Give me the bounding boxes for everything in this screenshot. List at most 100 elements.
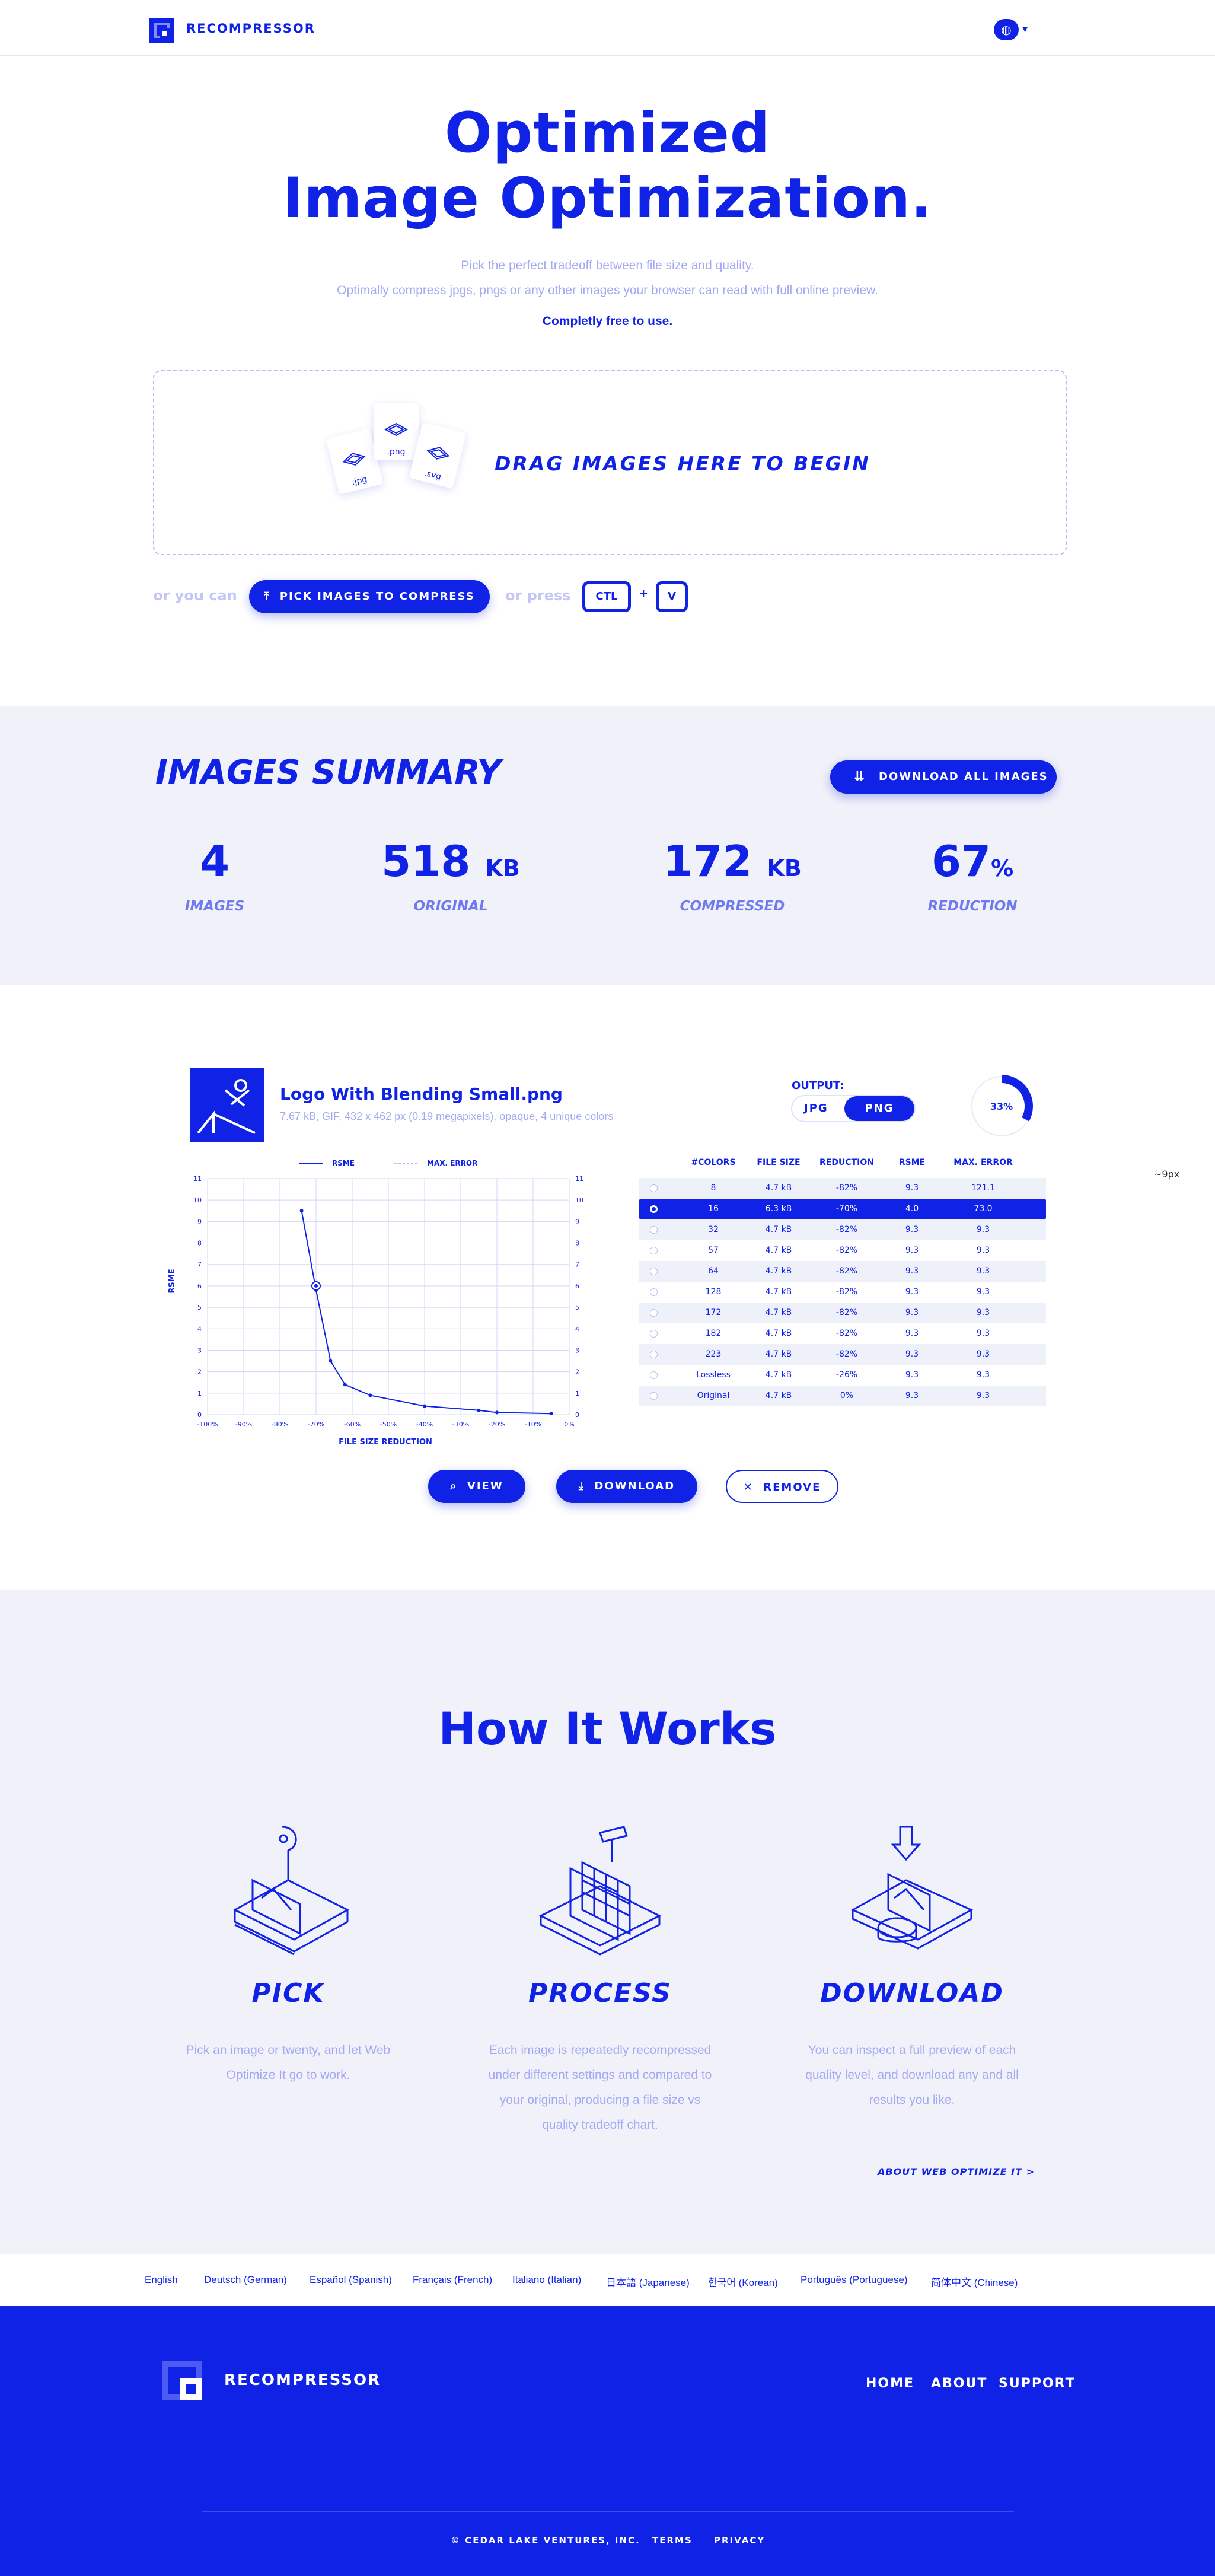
cell-max: 9.3 (976, 1287, 990, 1297)
lang-korean[interactable]: 한국어 (Korean) (708, 2274, 778, 2289)
process-illustration-icon (538, 1826, 662, 1956)
table-row[interactable]: 64 4.7 kB -82% 9.3 9.3 (639, 1261, 1046, 1282)
row-radio[interactable] (650, 1351, 658, 1358)
chart-y-axis-label: RSME (168, 1269, 177, 1293)
step-download-text: You can inspect a full preview of each qu… (805, 2043, 1019, 2107)
row-radio[interactable] (650, 1247, 658, 1254)
format-png-option[interactable]: PNG (844, 1096, 914, 1121)
footer-logo-icon[interactable] (162, 2361, 202, 2400)
lang-spanish[interactable]: Español (Spanish) (310, 2274, 392, 2286)
rsme-point (368, 1393, 372, 1397)
cell-rsme: 9.3 (905, 1370, 919, 1380)
x-tick-label: -50% (380, 1421, 397, 1428)
footer-nav-about[interactable]: ABOUT (931, 2376, 987, 2391)
pick-images-button[interactable]: ⤒ PICK IMAGES TO COMPRESS (249, 580, 490, 613)
brand-name[interactable]: RECOMPRESSOR (186, 21, 315, 36)
footer-terms-link[interactable]: TERMS (652, 2535, 693, 2546)
cell-reduction: -70% (835, 1204, 858, 1214)
language-selector[interactable]: ◍ ▼ (994, 19, 1029, 40)
x-tick-label: 0% (564, 1421, 574, 1428)
lang-italian[interactable]: Italiano (Italian) (512, 2274, 581, 2286)
download-button[interactable]: ⤓ DOWNLOAD (556, 1470, 697, 1503)
rsme-point (423, 1404, 426, 1408)
v-key: V (656, 581, 688, 612)
row-radio[interactable] (650, 1268, 658, 1275)
logo-icon[interactable] (149, 18, 174, 43)
x-tick-label: -100% (197, 1421, 218, 1428)
step-pick-title: PICK (251, 1978, 325, 2008)
cell-size: 4.7 kB (765, 1308, 792, 1317)
y-tick-label-right: 10 (575, 1196, 583, 1204)
cell-colors: 32 (708, 1225, 719, 1234)
table-row[interactable]: Lossless 4.7 kB -26% 9.3 9.3 (639, 1365, 1046, 1386)
x-tick-label: -60% (344, 1421, 361, 1428)
footer-nav-support[interactable]: SUPPORT (999, 2376, 1076, 2391)
cell-reduction: -26% (835, 1370, 858, 1380)
row-radio[interactable] (650, 1309, 658, 1317)
table-row[interactable]: 8 4.7 kB -82% 9.3 121.1 (639, 1178, 1046, 1199)
footer-privacy-link[interactable]: PRIVACY (714, 2535, 765, 2546)
footer-brand[interactable]: RECOMPRESSOR (224, 2371, 381, 2389)
table-row[interactable]: 128 4.7 kB -82% 9.3 9.3 (639, 1282, 1046, 1303)
cell-size: 4.7 kB (765, 1391, 792, 1400)
rsme-point (343, 1383, 347, 1387)
y-tick-label: 11 (193, 1175, 202, 1183)
chart-legend: RSME MAX. ERROR (299, 1159, 477, 1167)
remove-button[interactable]: ✕ REMOVE (726, 1470, 838, 1503)
hero-title: Optimized Image Optimization. (282, 101, 933, 231)
row-radio[interactable] (650, 1330, 658, 1338)
col-colors: #COLORS (691, 1158, 736, 1167)
table-row[interactable]: 57 4.7 kB -82% 9.3 9.3 (639, 1240, 1046, 1261)
chart-x-axis-label: FILE SIZE REDUCTION (339, 1438, 432, 1447)
row-radio[interactable] (650, 1288, 658, 1296)
rsme-point (549, 1412, 553, 1416)
lang-japanese[interactable]: 日本語 (Japanese) (606, 2274, 690, 2289)
cell-size: 6.3 kB (765, 1204, 792, 1214)
lang-portuguese[interactable]: Português (Portuguese) (801, 2274, 908, 2286)
row-radio[interactable] (650, 1226, 658, 1234)
cell-rsme: 9.3 (905, 1287, 919, 1297)
download-all-button[interactable]: ⇊ DOWNLOAD ALL IMAGES (830, 760, 1057, 794)
image-thumbnail[interactable] (190, 1068, 264, 1142)
stat-reduction-value: 67% (931, 836, 1014, 886)
lang-english[interactable]: English (145, 2274, 178, 2286)
table-row[interactable]: Original 4.7 kB 0% 9.3 9.3 (639, 1386, 1046, 1406)
about-link[interactable]: ABOUT WEB OPTIMIZE IT > (878, 2166, 1035, 2177)
x-tick-label: -40% (416, 1421, 433, 1428)
y-tick-label: 2 (197, 1368, 202, 1376)
y-tick-label: 10 (193, 1196, 202, 1204)
col-rsme: RSME (898, 1158, 926, 1167)
tradeoff-chart: 0 01 12 23 34 45 56 67 78 89 910 1011 11-100% -90% -80… (168, 1159, 583, 1447)
stat-original-label: ORIGINAL (413, 899, 488, 914)
footer-nav-home[interactable]: HOME (866, 2376, 914, 2391)
lang-french[interactable]: Français (French) (413, 2274, 492, 2286)
stray-label: ~9px (1154, 1168, 1180, 1180)
summary-title: IMAGES SUMMARY (155, 753, 502, 792)
lang-chinese[interactable]: 简体中文 (Chinese) (931, 2274, 1018, 2289)
lang-german[interactable]: Deutsch (German) (204, 2274, 287, 2286)
view-button[interactable]: ⌕ VIEW (428, 1470, 525, 1503)
cell-size: 4.7 kB (765, 1370, 792, 1380)
row-radio[interactable] (650, 1371, 658, 1379)
table-row[interactable]: 32 4.7 kB -82% 9.3 9.3 (639, 1219, 1046, 1240)
x-tick-label: -80% (272, 1421, 288, 1428)
format-jpg-option[interactable]: JPG (804, 1102, 828, 1115)
plus-sign: + (639, 587, 649, 600)
cell-colors: Original (697, 1391, 730, 1400)
table-row[interactable]: 172 4.7 kB -82% 9.3 9.3 (639, 1303, 1046, 1323)
row-radio[interactable] (650, 1184, 658, 1192)
y-tick-label: 9 (197, 1218, 202, 1225)
file-name: Logo With Blending Small.png (280, 1084, 563, 1104)
cell-max: 9.3 (976, 1370, 990, 1380)
table-row[interactable]: 223 4.7 kB -82% 9.3 9.3 (639, 1344, 1046, 1365)
download-all-label: DOWNLOAD ALL IMAGES (879, 770, 1048, 783)
y-tick-label-right: 1 (575, 1390, 579, 1397)
table-row[interactable]: 16 6.3 kB -70% 4.0 73.0 (639, 1199, 1046, 1219)
step-pick-text: Pick an image or twenty, and let Web Opti… (186, 2043, 391, 2082)
or-press-label: or press (505, 587, 571, 604)
y-tick-label: 0 (197, 1411, 202, 1419)
table-row[interactable]: 182 4.7 kB -82% 9.3 9.3 (639, 1323, 1046, 1344)
row-radio[interactable] (650, 1392, 658, 1400)
stat-compressed-value: 172 KB (663, 836, 802, 886)
row-radio[interactable] (650, 1205, 658, 1213)
